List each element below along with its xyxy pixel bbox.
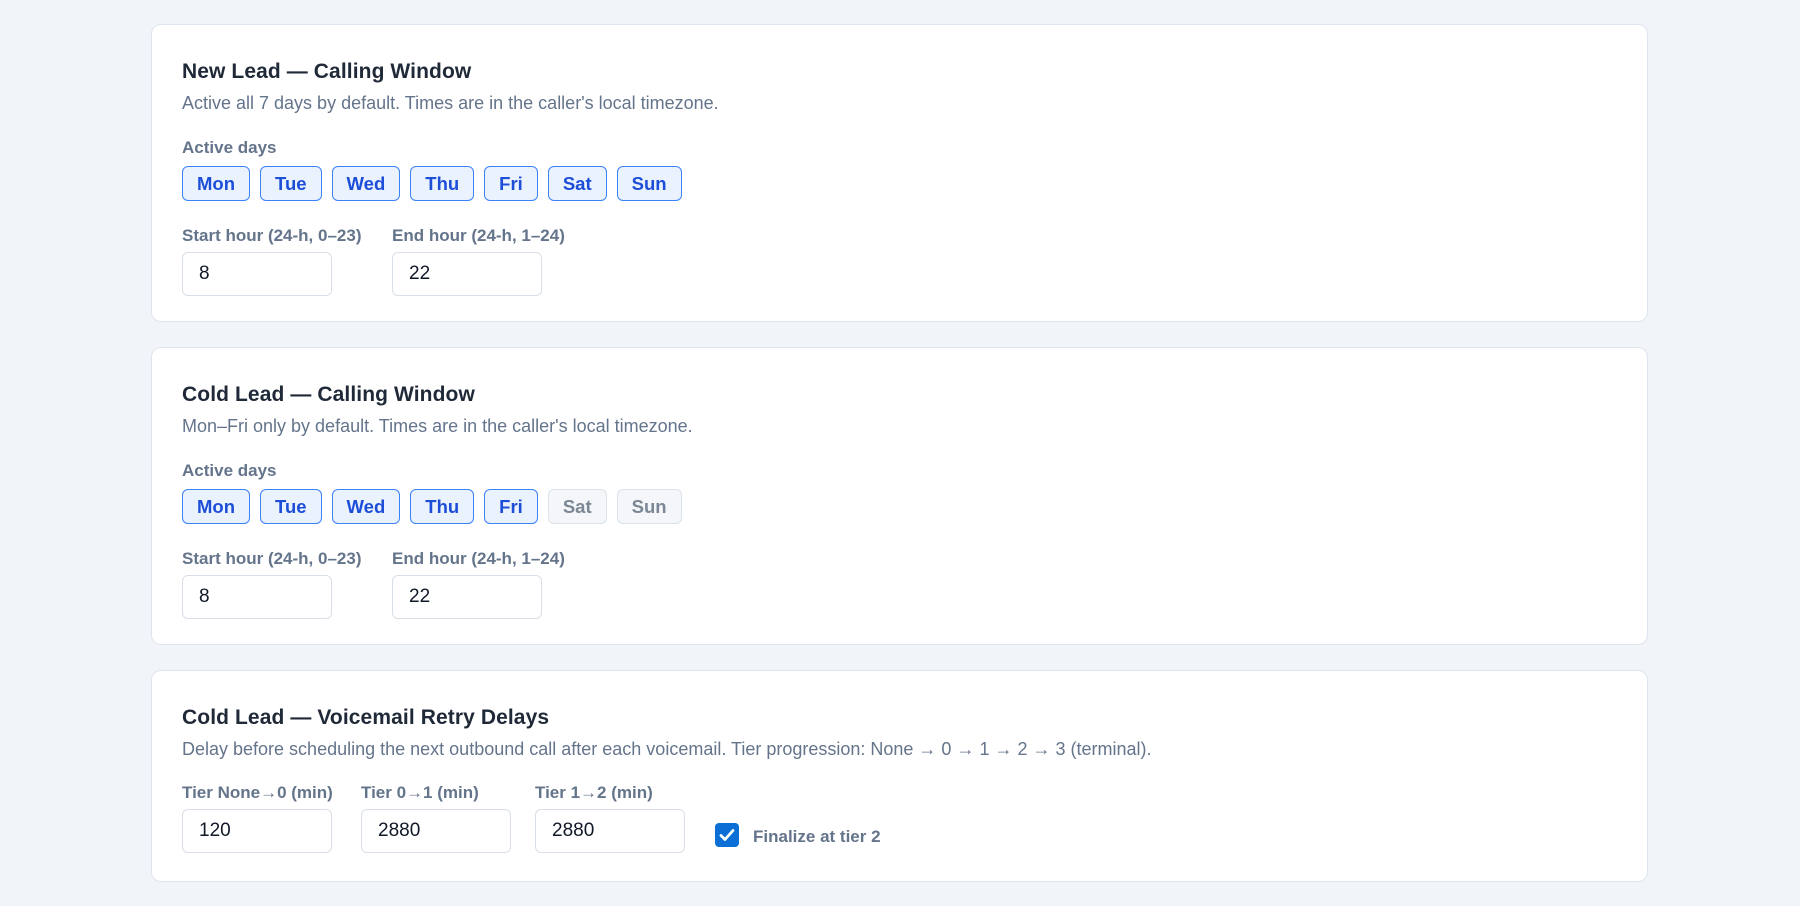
card-title: New Lead — Calling Window bbox=[182, 60, 472, 83]
tier-1-2-field: Tier 1→2 (min) bbox=[535, 783, 685, 853]
active-days-label: Active days bbox=[182, 138, 277, 157]
end-hour-input[interactable] bbox=[392, 575, 542, 619]
tier-0-1-label: Tier 0→1 (min) bbox=[361, 783, 479, 802]
tier-0-1-field: Tier 0→1 (min) bbox=[361, 783, 511, 853]
start-hour-label: Start hour (24-h, 0–23) bbox=[182, 549, 362, 568]
end-hour-field: End hour (24-h, 1–24) bbox=[392, 226, 565, 296]
card-description: Active all 7 days by default. Times are … bbox=[182, 93, 719, 113]
card-description: Delay before scheduling the next outboun… bbox=[182, 739, 1152, 759]
tier-1-2-input[interactable] bbox=[535, 809, 685, 853]
end-hour-field: End hour (24-h, 1–24) bbox=[392, 549, 565, 619]
day-toggle-tue[interactable]: Tue bbox=[260, 166, 322, 201]
new-lead-calling-window-card: New Lead — Calling Window Active all 7 d… bbox=[151, 24, 1648, 322]
day-toggle-fri[interactable]: Fri bbox=[484, 166, 538, 201]
tier-0-1-input[interactable] bbox=[361, 809, 511, 853]
day-toggle-sat[interactable]: Sat bbox=[547, 489, 607, 524]
cold-lead-voicemail-retry-card: Cold Lead — Voicemail Retry Delays Delay… bbox=[151, 670, 1648, 882]
start-hour-field: Start hour (24-h, 0–23) bbox=[182, 549, 362, 619]
finalize-checkbox-label: Finalize at tier 2 bbox=[753, 827, 881, 846]
start-hour-input[interactable] bbox=[182, 575, 332, 619]
end-hour-input[interactable] bbox=[392, 252, 542, 296]
day-toggle-wed[interactable]: Wed bbox=[331, 166, 401, 201]
card-title: Cold Lead — Calling Window bbox=[182, 383, 475, 406]
finalize-checkbox[interactable] bbox=[715, 823, 739, 847]
start-hour-label: Start hour (24-h, 0–23) bbox=[182, 226, 362, 245]
start-hour-field: Start hour (24-h, 0–23) bbox=[182, 226, 362, 296]
day-toggle-thu[interactable]: Thu bbox=[410, 166, 475, 201]
day-toggle-sat[interactable]: Sat bbox=[547, 166, 607, 201]
checkmark-icon bbox=[719, 829, 735, 841]
card-title: Cold Lead — Voicemail Retry Delays bbox=[182, 706, 550, 729]
end-hour-label: End hour (24-h, 1–24) bbox=[392, 549, 565, 568]
card-description: Mon–Fri only by default. Times are in th… bbox=[182, 416, 693, 436]
day-toggle-wed[interactable]: Wed bbox=[331, 489, 401, 524]
day-toggle-mon[interactable]: Mon bbox=[182, 166, 251, 201]
day-toggle-sun[interactable]: Sun bbox=[616, 489, 682, 524]
cold-lead-calling-window-card: Cold Lead — Calling Window Mon–Fri only … bbox=[151, 347, 1648, 645]
day-toggle-thu[interactable]: Thu bbox=[410, 489, 475, 524]
day-toggle-mon[interactable]: Mon bbox=[182, 489, 251, 524]
active-days-label: Active days bbox=[182, 461, 277, 480]
tier-none-0-label: Tier None→0 (min) bbox=[182, 783, 333, 802]
end-hour-label: End hour (24-h, 1–24) bbox=[392, 226, 565, 245]
finalize-checkbox-control[interactable]: Finalize at tier 2 bbox=[715, 823, 881, 847]
day-toggle-fri[interactable]: Fri bbox=[484, 489, 538, 524]
tier-1-2-label: Tier 1→2 (min) bbox=[535, 783, 653, 802]
start-hour-input[interactable] bbox=[182, 252, 332, 296]
day-toggle-sun[interactable]: Sun bbox=[616, 166, 682, 201]
tier-none-0-input[interactable] bbox=[182, 809, 332, 853]
active-days-group: Mon Tue Wed Thu Fri Sat Sun bbox=[182, 166, 682, 201]
active-days-group: Mon Tue Wed Thu Fri Sat Sun bbox=[182, 489, 682, 524]
day-toggle-tue[interactable]: Tue bbox=[260, 489, 322, 524]
tier-none-0-field: Tier None→0 (min) bbox=[182, 783, 333, 853]
